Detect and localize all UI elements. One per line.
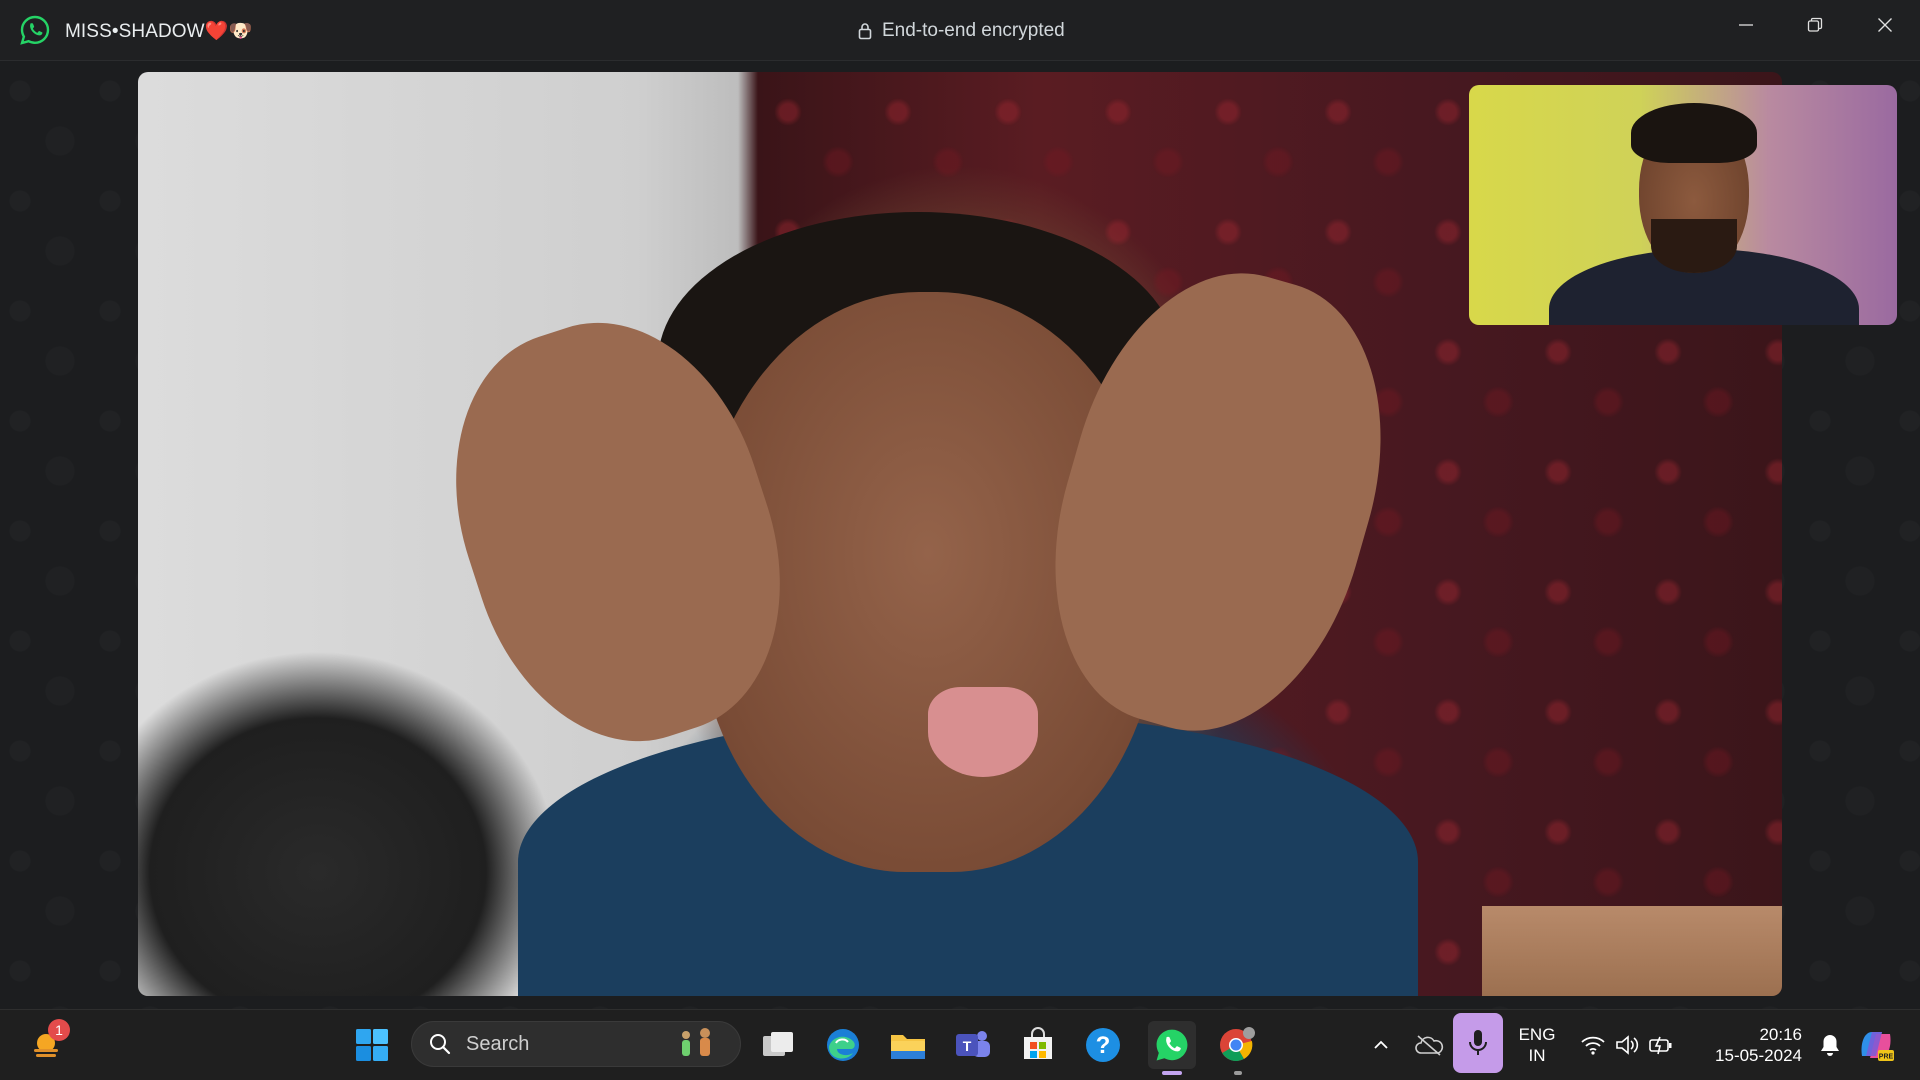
svg-text:PRE: PRE <box>1879 1054 1894 1061</box>
whatsapp-logo-icon <box>20 15 50 45</box>
windows-logo-icon <box>356 1029 388 1061</box>
clock[interactable]: 20:16 15-05-2024 <box>1692 1024 1802 1066</box>
self-beard <box>1651 219 1737 273</box>
participant-mouth <box>928 687 1038 777</box>
microphone-icon <box>1469 1030 1487 1055</box>
copilot-button[interactable]: PRE <box>1850 1021 1902 1069</box>
minimize-icon <box>1739 24 1753 26</box>
background-floor <box>1482 906 1782 996</box>
edge-icon <box>827 1029 859 1061</box>
edge-button[interactable] <box>819 1021 867 1069</box>
microsoft-store-button[interactable] <box>1014 1021 1062 1069</box>
active-app-indicator <box>1162 1071 1182 1075</box>
volume-icon <box>1616 1035 1639 1055</box>
self-hair <box>1631 103 1757 163</box>
restore-icon <box>1807 17 1823 32</box>
self-view-video[interactable] <box>1469 85 1897 325</box>
folder-icon <box>891 1035 925 1059</box>
title-bar: MISS•SHADOW❤️🐶 End-to-end encrypted <box>0 0 1920 61</box>
whatsapp-taskbar-button[interactable] <box>1148 1021 1196 1075</box>
wifi-icon <box>1581 1036 1605 1055</box>
get-help-button[interactable]: ? <box>1079 1021 1127 1069</box>
start-button[interactable] <box>348 1021 396 1069</box>
onedrive-button[interactable] <box>1406 1021 1452 1069</box>
search-placeholder: Search <box>466 1032 530 1055</box>
clock-time: 20:16 <box>1759 1025 1802 1044</box>
copilot-icon: PRE <box>1861 1032 1894 1061</box>
quick-settings-button[interactable] <box>1575 1021 1679 1069</box>
region-code: IN <box>1528 1046 1546 1065</box>
help-icon: ? <box>1086 1028 1120 1062</box>
restore-button[interactable] <box>1781 0 1849 50</box>
chrome-icon <box>1220 1027 1255 1062</box>
close-icon <box>1878 18 1892 32</box>
chrome-button[interactable] <box>1214 1021 1262 1075</box>
clock-date: 15-05-2024 <box>1715 1046 1802 1065</box>
language-code: ENG <box>1518 1025 1556 1044</box>
onedrive-offline-icon <box>1415 1035 1444 1056</box>
lock-icon <box>858 23 872 40</box>
bell-icon <box>1821 1035 1839 1056</box>
svg-text:T: T <box>963 1038 972 1054</box>
notifications-button[interactable] <box>1810 1021 1850 1069</box>
microphone-in-use-button[interactable] <box>1453 1013 1503 1073</box>
search-highlight-icon <box>682 1028 710 1056</box>
search-icon <box>430 1034 451 1055</box>
language-indicator[interactable]: ENG IN <box>1512 1024 1562 1066</box>
running-app-indicator <box>1234 1071 1242 1075</box>
weather-badge: 1 <box>48 1019 70 1041</box>
close-button[interactable] <box>1851 0 1919 50</box>
teams-button[interactable]: T <box>949 1021 997 1069</box>
store-icon <box>1024 1027 1052 1059</box>
battery-charging-icon <box>1649 1036 1672 1055</box>
encryption-text: End-to-end encrypted <box>882 20 1065 41</box>
chevron-up-icon <box>1374 1040 1388 1049</box>
task-view-button[interactable] <box>754 1021 802 1069</box>
task-view-icon <box>763 1032 793 1056</box>
svg-text:?: ? <box>1096 1032 1111 1059</box>
minimize-button[interactable] <box>1712 0 1780 50</box>
call-stage <box>0 61 1920 1009</box>
taskbar-search[interactable]: Search <box>411 1021 741 1067</box>
teams-icon: T <box>956 1031 990 1057</box>
file-explorer-button[interactable] <box>884 1021 932 1069</box>
encryption-status: End-to-end encrypted <box>858 19 1065 43</box>
contact-name[interactable]: MISS•SHADOW❤️🐶 <box>65 19 252 43</box>
show-hidden-icons-button[interactable] <box>1358 1021 1404 1069</box>
self-view-person <box>1539 99 1859 325</box>
whatsapp-icon <box>1156 1029 1188 1061</box>
background-bed <box>138 612 558 996</box>
